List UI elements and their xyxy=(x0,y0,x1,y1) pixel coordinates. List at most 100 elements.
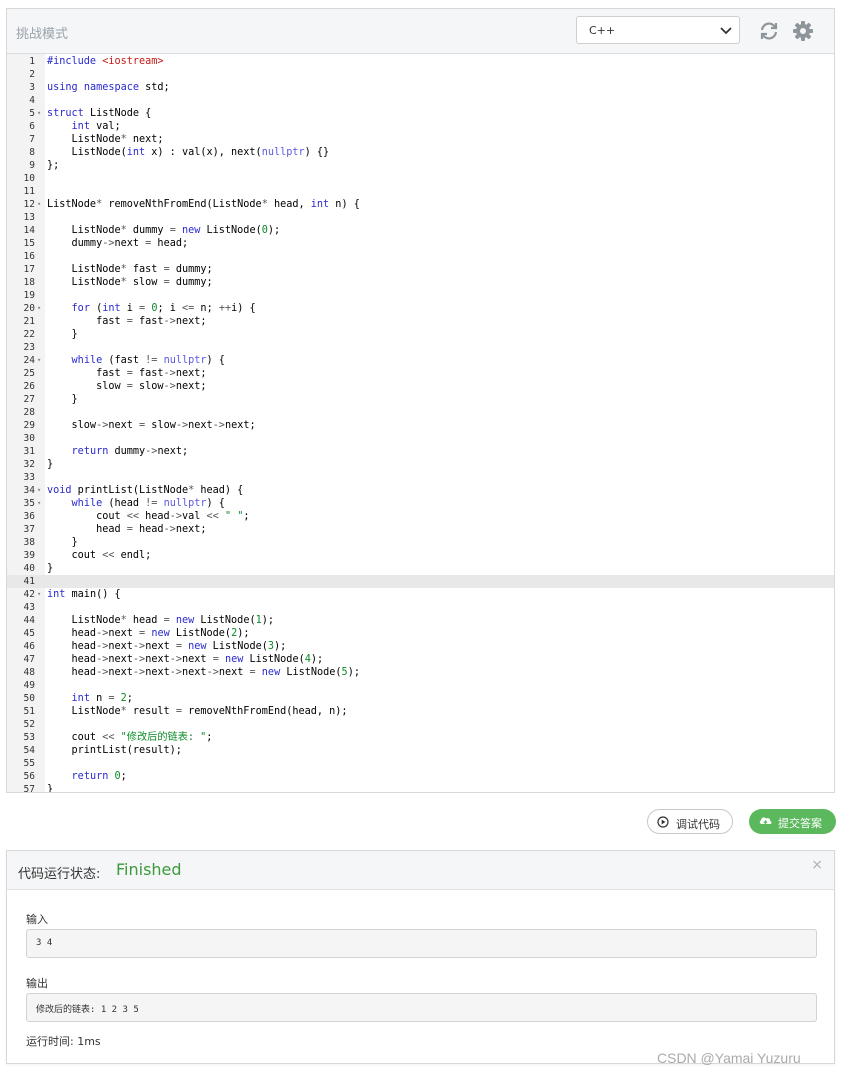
code-line: 9}; xyxy=(7,159,834,172)
editor-toolbar: 挑战模式 C++ xyxy=(7,9,834,54)
input-field[interactable]: 3 4 xyxy=(26,929,817,958)
debug-code-button[interactable]: 调试代码 xyxy=(647,809,733,834)
language-select[interactable]: C++ xyxy=(576,16,740,44)
line-number: 55 xyxy=(23,758,35,769)
input-label: 输入 xyxy=(26,913,48,926)
fold-toggle-icon[interactable]: ▾ xyxy=(37,107,41,120)
line-number: 1 xyxy=(29,56,35,67)
code-line: 47 head->next->next->next = new ListNode… xyxy=(7,653,834,666)
language-select-value: C++ xyxy=(589,24,616,37)
fold-toggle-icon[interactable]: ▾ xyxy=(37,484,41,497)
code-line: 40} xyxy=(7,562,834,575)
debug-code-label: 调试代码 xyxy=(676,818,720,831)
chevron-down-icon xyxy=(720,27,732,35)
line-number: 39 xyxy=(23,550,35,561)
code-text: int main() { xyxy=(47,589,121,600)
code-text: cout << "修改后的链表: "; xyxy=(47,732,213,743)
code-text: void printList(ListNode* head) { xyxy=(47,485,244,496)
gear-icon[interactable] xyxy=(792,20,814,42)
fold-toggle-icon[interactable]: ▾ xyxy=(37,302,41,315)
line-number: 16 xyxy=(23,251,35,262)
line-number: 6 xyxy=(29,121,35,132)
line-number: 17 xyxy=(23,264,35,275)
code-line: 20 ▾ for (int i = 0; i <= n; ++i) { xyxy=(7,302,834,315)
code-text: ListNode* fast = dummy; xyxy=(47,264,213,275)
line-number: 56 xyxy=(23,771,35,782)
line-number: 31 xyxy=(23,446,35,457)
code-line: 2 xyxy=(7,68,834,81)
code-text: }; xyxy=(47,160,60,171)
code-line: 3 using namespace std; xyxy=(7,81,834,94)
line-number: 33 xyxy=(23,472,35,483)
code-line: 18 ListNode* slow = dummy; xyxy=(7,276,834,289)
line-number: 37 xyxy=(23,524,35,535)
code-text: ListNode* next; xyxy=(47,134,164,145)
submit-answer-button[interactable]: 提交答案 xyxy=(749,809,836,834)
code-line: 43 xyxy=(7,601,834,614)
line-number: 24 xyxy=(23,355,35,366)
code-text: head = head->next; xyxy=(47,524,207,535)
code-line: 45 head->next = new ListNode(2); xyxy=(7,627,834,640)
code-text: ListNode* removeNthFromEnd(ListNode* hea… xyxy=(47,199,360,210)
code-line: 14 ListNode* dummy = new ListNode(0); xyxy=(7,224,834,237)
code-text: } xyxy=(47,537,78,548)
runtime-text: 运行时间: 1ms xyxy=(26,1035,101,1048)
line-number: 18 xyxy=(23,277,35,288)
result-header: 代码运行状态: Finished × xyxy=(7,851,834,890)
code-line: 52 xyxy=(7,718,834,731)
refresh-icon[interactable] xyxy=(758,20,780,42)
code-line: 34 ▾ void printList(ListNode* head) { xyxy=(7,484,834,497)
code-line: 27 } xyxy=(7,393,834,406)
code-area[interactable]: 1 #include <iostream> 2 3 using namespace st… xyxy=(7,54,834,792)
code-line: 49 xyxy=(7,679,834,692)
code-line: 37 head = head->next; xyxy=(7,523,834,536)
line-number: 10 xyxy=(23,173,35,184)
line-number: 50 xyxy=(23,693,35,704)
code-line: 6 int val; xyxy=(7,120,834,133)
line-number: 48 xyxy=(23,667,35,678)
code-text: ListNode* head = new ListNode(1); xyxy=(47,615,275,626)
line-number: 2 xyxy=(29,69,35,80)
play-circle-icon xyxy=(657,816,669,828)
code-text: int val; xyxy=(71,121,121,132)
code-line: 19 xyxy=(7,289,834,302)
code-line: 25 fast = fast->next; xyxy=(7,367,834,380)
line-number: 14 xyxy=(23,225,35,236)
close-icon[interactable]: × xyxy=(811,857,823,873)
line-number: 5 xyxy=(29,108,35,119)
code-line: 38 } xyxy=(7,536,834,549)
code-line: 48 head->next->next->next->next = new Li… xyxy=(7,666,834,679)
line-number: 32 xyxy=(23,459,35,470)
line-number: 38 xyxy=(23,537,35,548)
line-number: 13 xyxy=(23,212,35,223)
line-number: 47 xyxy=(23,654,35,665)
code-text: for (int i = 0; i <= n; ++i) { xyxy=(71,303,256,314)
code-text: return dummy->next; xyxy=(71,446,189,457)
line-number: 44 xyxy=(23,615,35,626)
input-value: 3 4 xyxy=(36,938,53,948)
code-line: 5 ▾ struct ListNode { xyxy=(7,107,834,120)
code-line: 50 int n = 2; xyxy=(7,692,834,705)
line-number: 36 xyxy=(23,511,35,522)
fold-toggle-icon[interactable]: ▾ xyxy=(37,497,41,510)
fold-toggle-icon[interactable]: ▾ xyxy=(37,588,41,601)
line-number: 4 xyxy=(29,95,35,106)
code-text: struct ListNode { xyxy=(47,108,152,119)
code-line: 29 slow->next = slow->next->next; xyxy=(7,419,834,432)
code-line: 32} xyxy=(7,458,834,471)
fold-toggle-icon[interactable]: ▾ xyxy=(37,354,41,367)
code-line: 26 slow = slow->next; xyxy=(7,380,834,393)
code-text: head->next->next->next->next = new ListN… xyxy=(47,667,360,678)
code-line: 10 xyxy=(7,172,834,185)
code-line: 56 return 0; xyxy=(7,770,834,783)
line-number: 40 xyxy=(23,563,35,574)
line-number: 28 xyxy=(23,407,35,418)
output-value: 修改后的链表: 1 2 3 5 xyxy=(36,1005,139,1015)
code-text: head->next->next->next = new ListNode(4)… xyxy=(47,654,324,665)
fold-toggle-icon[interactable]: ▾ xyxy=(37,198,41,211)
line-number: 26 xyxy=(23,381,35,392)
line-number: 46 xyxy=(23,641,35,652)
code-line: 22 } xyxy=(7,328,834,341)
code-line: 8 ListNode(int x) : val(x), next(nullptr… xyxy=(7,146,834,159)
line-number: 7 xyxy=(29,134,35,145)
